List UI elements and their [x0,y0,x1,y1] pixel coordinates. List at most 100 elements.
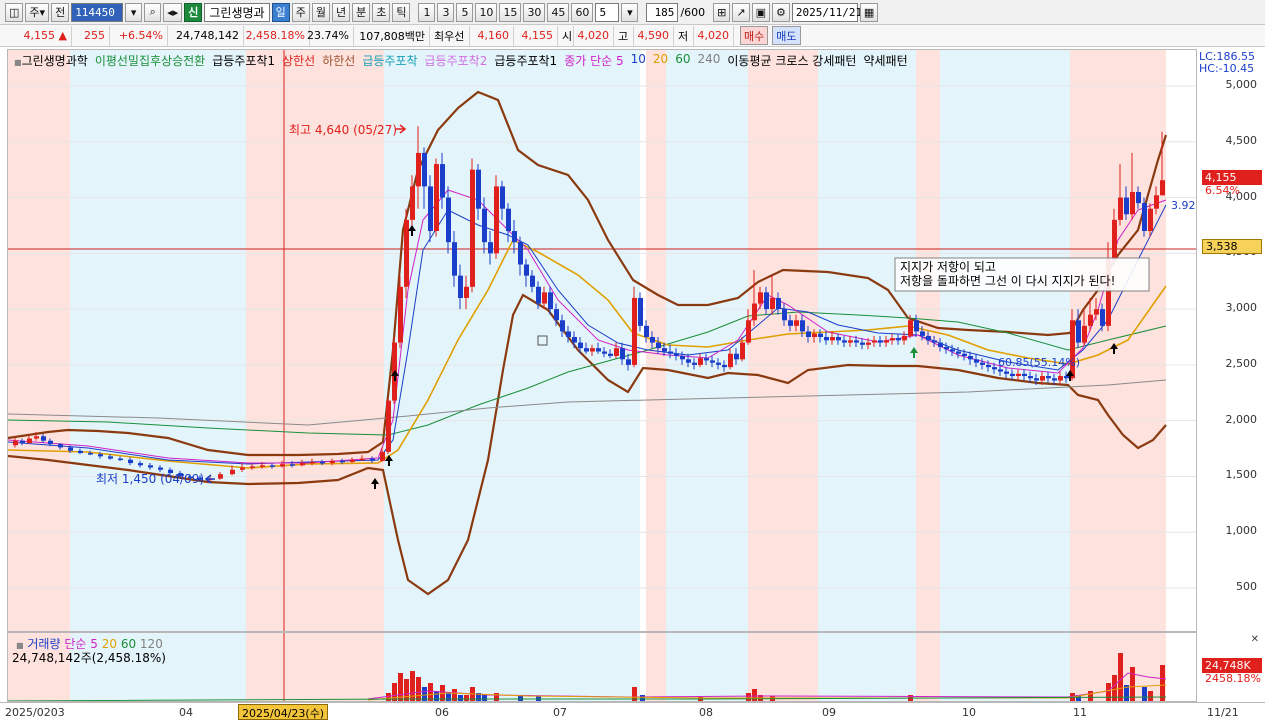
interval-input[interactable]: 5 [595,2,620,22]
candle-body [1016,373,1021,377]
candle-body [842,340,847,343]
interval-5-button[interactable]: 5 [456,2,474,22]
code-input[interactable]: 114450 [71,2,124,22]
indicator-icon[interactable]: ⊞ [713,2,731,22]
candle-body [1052,378,1057,381]
sell-button[interactable]: 매도 [772,26,801,45]
candle-body [776,297,781,310]
interval-60-button[interactable]: 60 [571,2,594,22]
fib-annotation: 60.85(55.14%) [998,356,1080,369]
search-icon[interactable]: ⌕ [144,2,162,22]
candle-body [1028,376,1033,379]
candle-body [1130,191,1135,215]
candle-body [962,353,967,356]
legend-item-9[interactable]: 20 [653,52,668,69]
legend-item-13[interactable]: 약세패턴 [863,52,907,69]
volume-close-icon[interactable]: ✕ [1251,634,1259,645]
tab-period-minute[interactable]: 분 [352,2,371,22]
view-select[interactable]: 전 [51,2,70,22]
draw-tool-icon[interactable]: ↗ [732,2,750,22]
buy-button[interactable]: 매수 [740,26,769,45]
speaker-icon[interactable]: ◂▸ [163,2,183,22]
candle-body [866,342,871,345]
tab-period-week[interactable]: 주 [291,2,310,22]
legend-item-4[interactable]: 급등주포착 [362,52,417,69]
tab-period-year[interactable]: 년 [331,2,351,22]
legend-item-5[interactable]: 급등주포착2 [425,52,488,69]
candle-body [1070,320,1075,379]
legend-stock[interactable]: ■그린생명과학 [14,52,88,69]
count-input[interactable]: 185 [646,2,679,22]
price-chart[interactable]: ■그린생명과학 이평선밀집후상승전환 급등주포착1 상한선 하한선 급등주포착 급등주포착… [7,49,1197,632]
price-tick: 3,000 [1225,301,1258,315]
tab-period-tick[interactable]: 틱 [392,2,411,22]
candle-body [974,359,979,363]
volume-bar [404,679,409,701]
interval-dropdown-icon[interactable]: ▾ [621,2,639,22]
date-input[interactable]: 2025/11/21 [791,2,862,22]
candle-body [626,359,631,365]
volume-bar [434,691,439,701]
candle-body [554,309,559,321]
candle-body [476,169,481,209]
legend-item-3[interactable]: 하한선 [322,52,355,69]
candle-body [310,461,315,464]
legend-item-7[interactable]: 종가 단순 5 [564,52,623,69]
tab-period-day[interactable]: 일 [271,2,290,22]
legend-item-1[interactable]: 급등주포착1 [212,52,275,69]
interval-30-button[interactable]: 30 [523,2,546,22]
quote-bar: 4,155 ▲ 255 +6.54% 24,748,142 2,458.18% … [0,25,1265,47]
interval-10-button[interactable]: 10 [475,2,498,22]
candle-body [932,340,937,343]
candle-body [818,333,823,337]
tab-period-month[interactable]: 월 [311,2,330,22]
candle-body [938,342,943,348]
candle-body [78,450,83,454]
interval-3-button[interactable]: 3 [437,2,455,22]
candle-body [1064,376,1069,379]
mode-select[interactable]: 주 ▾ [25,2,50,22]
save-icon[interactable]: ▣ [751,2,770,22]
candle-body [250,466,255,468]
background-band [748,633,818,701]
mode-label: 주 [29,6,40,19]
gear-icon[interactable]: ⚙ [771,2,790,22]
interval-45-button[interactable]: 45 [547,2,570,22]
candle-body [506,208,511,232]
tab-period-second[interactable]: 초 [372,2,391,22]
volume-chart[interactable]: ■ 거래량 단순 5 20 60 120 24,748,142주(2,458.1… [7,632,1197,702]
candle-body [530,275,535,287]
interval-15-button[interactable]: 15 [499,2,522,22]
price-tick: 1,000 [1225,524,1258,538]
high-annotation: 최고 4,640 (05/27) [289,123,397,137]
low-value: 4,020 [694,25,734,46]
legend-items: 이평선밀집후상승전환 급등주포착1 상한선 하한선 급등주포착 급등주포착2 급등주포착1 종… [95,52,908,69]
legend-item-10[interactable]: 60 [675,52,690,69]
interval-1-button[interactable]: 1 [418,2,436,22]
legend-item-12[interactable]: 이동평균 크로스 강세패턴 [727,52,856,69]
calendar-icon[interactable]: ▦ [859,2,879,22]
legend-item-2[interactable]: 상한선 [282,52,315,69]
legend-item-6[interactable]: 급등주포착1 [494,52,557,69]
candle-body [68,447,73,451]
candle-body [944,347,949,350]
volume-bar [428,683,433,701]
legend-item-0[interactable]: 이평선밀집후상승전환 [95,52,205,69]
legend-item-11[interactable]: 240 [697,52,720,69]
candle-body [280,464,285,467]
new-stock-button[interactable]: 신 [184,2,203,22]
candle-body [926,335,931,341]
legend-item-8[interactable]: 10 [631,52,646,69]
candle-body [704,358,709,361]
candle-body [1004,371,1009,374]
candle-body [230,469,235,475]
stock-name-field[interactable]: 그린생명과 [204,2,270,22]
background-band [940,633,1070,701]
code-dropdown-icon[interactable]: ▾ [125,2,143,22]
candle-body [1136,191,1141,204]
candle-body [758,292,763,304]
candle-body [986,364,991,368]
current-price: 4,155 ▲ [8,25,72,46]
candle-body [1112,219,1117,259]
layout-icon[interactable]: ◫ [5,2,24,22]
